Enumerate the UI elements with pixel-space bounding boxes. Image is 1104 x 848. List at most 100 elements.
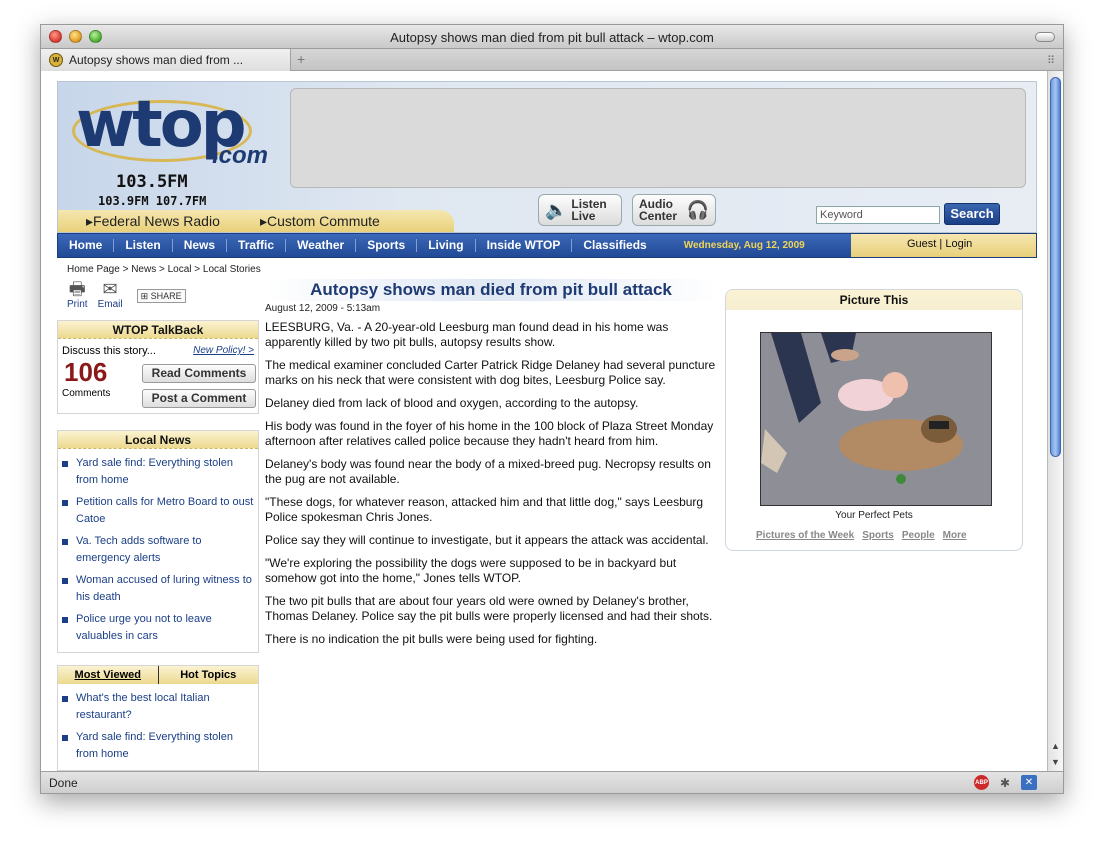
speaker-icon: 🔈: [545, 200, 568, 220]
local-news-item[interactable]: Woman accused of luring witness to his d…: [62, 572, 254, 606]
local-news-item[interactable]: Va. Tech adds software to emergency aler…: [62, 533, 254, 567]
nav-classifieds[interactable]: Classifieds: [572, 239, 657, 252]
nav-weather[interactable]: Weather: [286, 239, 357, 252]
pet-photo[interactable]: [760, 332, 992, 506]
local-news-title: Local News: [58, 431, 258, 449]
tab-hot-topics[interactable]: Hot Topics: [159, 666, 259, 684]
photo-caption: Your Perfect Pets: [835, 510, 913, 521]
listen-live-button[interactable]: 🔈 Listen Live: [538, 194, 622, 226]
frequency-main: 103.5FM: [116, 172, 188, 192]
share-label: SHARE: [150, 291, 182, 301]
wtop-logo[interactable]: wtop .com 103.5FM 103.9FM 107.7FM: [72, 86, 282, 226]
article-paragraph: "We're exploring the possibility the dog…: [265, 556, 677, 585]
scrollbar-thumb[interactable]: [1050, 77, 1061, 457]
nav-traffic[interactable]: Traffic: [227, 239, 287, 252]
left-column: 🖶 Print ✉ Email ⊞ SHARE WTOP TalkBack Di…: [57, 279, 259, 771]
ad-banner: [290, 88, 1026, 188]
post-comment-button[interactable]: Post a Comment: [142, 389, 256, 408]
guest-label: Guest: [907, 238, 937, 250]
login-link[interactable]: Login: [945, 238, 972, 250]
article-tools: 🖶 Print ✉ Email ⊞ SHARE: [57, 279, 259, 310]
article-paragraph: The two pit bulls that are about four ye…: [265, 594, 713, 623]
login-area: Guest | Login: [851, 234, 1036, 257]
bug-icon[interactable]: ✱: [997, 775, 1013, 790]
adblock-icon[interactable]: ABP: [974, 775, 989, 790]
pictures-of-the-week-link[interactable]: Pictures of the Week: [756, 530, 854, 541]
discuss-label: Discuss this story...: [62, 345, 156, 357]
tab-bar: W Autopsy shows man died from ... + ⠿: [41, 49, 1063, 71]
article: Autopsy shows man died from pit bull att…: [265, 279, 717, 647]
more-pictures-link[interactable]: More: [943, 530, 967, 541]
talkback-box: WTOP TalkBack Discuss this story... New …: [57, 320, 259, 414]
tab-article[interactable]: W Autopsy shows man died from ...: [41, 49, 291, 71]
scroll-up-arrow-icon[interactable]: ▲: [1051, 741, 1060, 751]
pet-photo-illustration: [761, 333, 991, 505]
new-policy-link[interactable]: New Policy! >: [193, 345, 254, 357]
talkback-discuss-row: Discuss this story... New Policy! >: [58, 339, 258, 357]
share-button[interactable]: ⊞ SHARE: [136, 289, 186, 303]
article-paragraph: His body was found in the foyer of his h…: [265, 419, 714, 448]
tab-most-viewed[interactable]: Most Viewed: [58, 666, 159, 684]
local-news-box: Local News Yard sale find: Everything st…: [57, 430, 259, 653]
print-button[interactable]: 🖶 Print: [67, 279, 88, 310]
toolbar-toggle-button[interactable]: [1035, 32, 1055, 42]
nav-home[interactable]: Home: [58, 239, 115, 252]
read-comments-button[interactable]: Read Comments: [142, 364, 256, 383]
picture-links: Pictures of the Week Sports People More: [756, 530, 967, 541]
talkback-title: WTOP TalkBack: [58, 321, 258, 339]
listen-live-label: Listen Live: [571, 197, 607, 223]
new-tab-plus-icon[interactable]: +: [297, 51, 305, 67]
tab-title: Autopsy shows man died from ...: [69, 53, 244, 67]
nav-sports[interactable]: Sports: [356, 239, 418, 252]
custom-commute-link[interactable]: ▸Custom Commute: [260, 213, 380, 230]
vertical-scrollbar[interactable]: ▲ ▼: [1047, 71, 1063, 773]
nav-inside-wtop[interactable]: Inside WTOP: [476, 239, 573, 252]
keyword-search-input[interactable]: Keyword: [816, 206, 940, 224]
status-text: Done: [49, 776, 78, 790]
nav-listen[interactable]: Listen: [114, 239, 173, 252]
picture-this-title: Picture This: [726, 290, 1022, 310]
picture-this-box: Picture This Your Perfect Pets Pictures …: [725, 289, 1023, 551]
local-news-item[interactable]: Petition calls for Metro Board to oust C…: [62, 494, 254, 528]
scroll-down-arrow-icon[interactable]: ▼: [1051, 757, 1060, 767]
breadcrumb[interactable]: Home Page > News > Local > Local Stories: [67, 264, 1037, 275]
browser-window: Autopsy shows man died from pit bull att…: [40, 24, 1064, 794]
email-button[interactable]: ✉ Email: [98, 279, 123, 310]
audio-center-label: Audio Center: [639, 197, 678, 223]
article-paragraph: The medical examiner concluded Carter Pa…: [265, 358, 716, 387]
logo-com-text: .com: [212, 142, 269, 169]
local-news-item[interactable]: Police urge you not to leave valuables i…: [62, 611, 254, 645]
sports-pictures-link[interactable]: Sports: [862, 530, 894, 541]
nav-news[interactable]: News: [173, 239, 228, 252]
main-nav: Home Listen News Traffic Weather Sports …: [57, 233, 1037, 258]
article-headline: Autopsy shows man died from pit bull att…: [265, 279, 717, 301]
status-bar: Done ABP ✱ ✕: [41, 771, 1063, 793]
title-bar: Autopsy shows man died from pit bull att…: [41, 25, 1063, 49]
article-paragraph: "These dogs, for whatever reason, attack…: [265, 495, 704, 524]
page-viewport: wtop .com 103.5FM 103.9FM 107.7FM ▸Feder…: [41, 71, 1049, 773]
audio-center-button[interactable]: Audio Center 🎧: [632, 194, 716, 226]
article-paragraph: Delaney died from lack of blood and oxyg…: [265, 396, 639, 410]
people-pictures-link[interactable]: People: [902, 530, 935, 541]
window-title: Autopsy shows man died from pit bull att…: [390, 30, 714, 45]
article-paragraph: There is no indication the pit bulls wer…: [265, 632, 598, 646]
most-viewed-item[interactable]: Yard sale find: Everything stolen from h…: [62, 729, 254, 763]
nav-date: Wednesday, Aug 12, 2009: [683, 240, 805, 251]
local-news-list: Yard sale find: Everything stolen from h…: [58, 449, 258, 652]
frequency-alt: 103.9FM 107.7FM: [98, 194, 207, 208]
most-viewed-list: What's the best local Italian restaurant…: [58, 684, 258, 770]
article-paragraph: Delaney's body was found near the body o…: [265, 457, 711, 486]
wtop-favicon-icon: W: [49, 53, 63, 67]
nav-living[interactable]: Living: [417, 239, 476, 252]
local-news-item[interactable]: Yard sale find: Everything stolen from h…: [62, 455, 254, 489]
federal-news-radio-link[interactable]: ▸Federal News Radio: [86, 213, 220, 230]
site-header: wtop .com 103.5FM 103.9FM 107.7FM ▸Feder…: [57, 81, 1037, 233]
wtop-page: wtop .com 103.5FM 103.9FM 107.7FM ▸Feder…: [57, 81, 1037, 771]
tab-overview-icon[interactable]: ⠿: [1047, 54, 1055, 67]
header-link-strip: ▸Federal News Radio ▸Custom Commute: [58, 210, 454, 232]
printer-icon: 🖶: [68, 279, 86, 299]
search-button[interactable]: Search: [944, 203, 1000, 225]
most-viewed-tabs: Most Viewed Hot Topics: [58, 666, 258, 684]
extension-icon[interactable]: ✕: [1021, 775, 1037, 790]
most-viewed-item[interactable]: What's the best local Italian restaurant…: [62, 690, 254, 724]
